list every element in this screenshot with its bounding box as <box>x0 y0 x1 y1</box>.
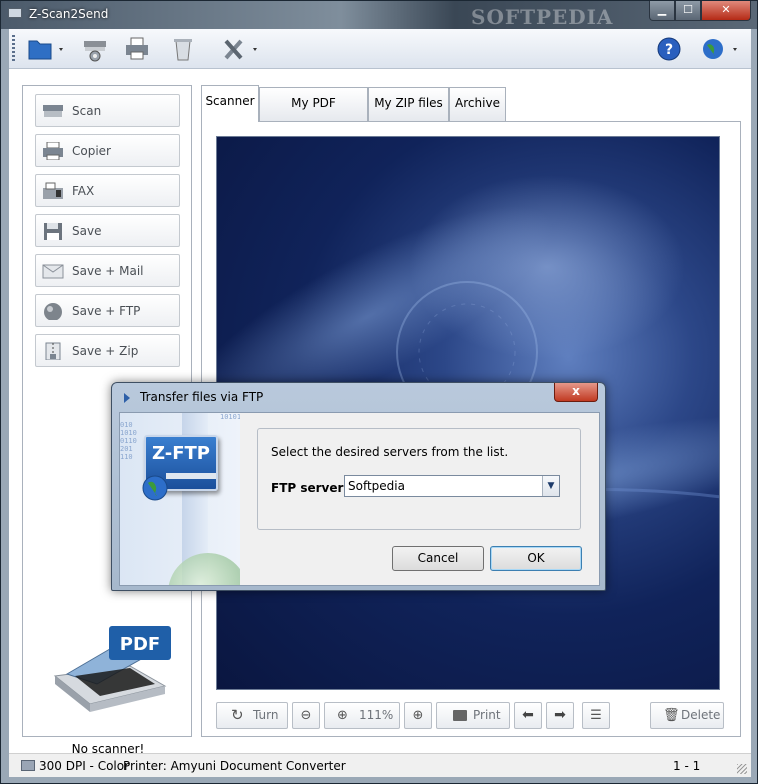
tab-my-zip-files[interactable]: My ZIP files <box>368 87 449 121</box>
trash-icon: 🗑 <box>663 708 680 723</box>
mail-icon <box>42 264 64 279</box>
scanner-icon <box>43 105 63 117</box>
instruction-text: Select the desired servers from the list… <box>271 445 509 459</box>
close-button[interactable]: ✕ <box>701 1 751 21</box>
title-watermark: SOFTPEDIA <box>471 5 614 29</box>
fax-icon <box>43 182 63 199</box>
scan-label: Scan <box>72 104 102 118</box>
copier-button[interactable]: Copier <box>35 134 180 167</box>
floppy-icon <box>44 223 62 240</box>
turn-button[interactable]: ↻ Turn <box>216 702 288 729</box>
tab-strip: Scanner My PDF documents My ZIP files Ar… <box>201 85 741 140</box>
copier-label: Copier <box>72 144 111 158</box>
save-label: Save <box>72 224 102 238</box>
folder-icon[interactable] <box>27 35 63 63</box>
status-bar: 300 DPI - Color Printer: Amyuni Document… <box>9 753 751 777</box>
zoom-level-button[interactable]: ⊕ 111% <box>324 702 400 729</box>
dialog-title: Transfer files via FTP <box>140 390 264 404</box>
magnifier-icon: ⊕ <box>337 708 348 723</box>
zoom-out-icon: ⊖ <box>300 708 312 723</box>
app-window: Z-Scan2Send SOFTPEDIA ▁ ☐ ✕ ? Scan Copie… <box>0 0 758 784</box>
delete-button[interactable]: 🗑 Delete <box>650 702 724 729</box>
chevron-down-icon[interactable]: ▼ <box>542 476 559 496</box>
zoom-in-icon: ⊕ <box>412 708 424 723</box>
fax-label: FAX <box>72 184 95 198</box>
zoom-in-button[interactable]: ⊕ <box>404 702 432 729</box>
printer-icon[interactable] <box>123 35 151 63</box>
help-icon[interactable]: ? <box>655 35 683 63</box>
print-label: Print <box>473 708 501 722</box>
title-bar[interactable]: Z-Scan2Send SOFTPEDIA ▁ ☐ ✕ <box>1 1 757 29</box>
save-zip-label: Save + Zip <box>72 344 139 358</box>
rotate-icon: ↻ <box>231 706 244 724</box>
sphere-icon <box>44 303 62 320</box>
tab-scanner[interactable]: Scanner <box>201 85 259 122</box>
cancel-button[interactable]: Cancel <box>392 546 484 571</box>
maximize-button[interactable]: ☐ <box>675 1 701 21</box>
scanner-illustration: PDF <box>53 626 171 712</box>
turn-label: Turn <box>253 708 279 722</box>
resolution-status: 300 DPI - Color <box>39 759 130 773</box>
window-title: Z-Scan2Send <box>29 7 109 21</box>
banner-globe-decoration <box>168 553 240 585</box>
tools-icon[interactable] <box>221 35 257 63</box>
ftp-server-label: FTP server: <box>271 481 349 495</box>
print-icon <box>453 710 467 721</box>
ftp-banner: 10101 010 1010 0110 201 110 Z-FTP <box>120 413 240 585</box>
list-icon: ☰ <box>590 708 602 723</box>
page-list-button[interactable]: ☰ <box>582 702 610 729</box>
save-ftp-label: Save + FTP <box>72 304 141 318</box>
tab-archive[interactable]: Archive <box>449 87 506 121</box>
preview-toolbar: ↻ Turn ⊖ ⊕ 111% ⊕ Print ⬅ ➡ ☰ 🗑 Delete <box>216 702 726 730</box>
delete-label: Delete <box>681 708 721 722</box>
dialog-close-button[interactable]: x <box>554 383 598 402</box>
toolbar: ? <box>9 29 751 69</box>
globe-icon <box>142 475 168 501</box>
print-button[interactable]: Print <box>436 702 510 729</box>
copier-icon <box>43 142 63 160</box>
toolbar-grip[interactable] <box>12 35 15 63</box>
ftp-dialog: Transfer files via FTP x 10101 010 1010 … <box>111 382 606 591</box>
fax-button[interactable]: FAX <box>35 174 180 207</box>
tab-my-pdf-documents[interactable]: My PDF documents <box>259 87 368 140</box>
printer-status: Printer: Amyuni Document Converter <box>123 759 346 773</box>
globe-icon[interactable] <box>701 35 737 63</box>
save-zip-button[interactable]: Save + Zip <box>35 334 180 367</box>
pdf-badge: PDF <box>120 634 160 655</box>
ftp-server-value: Softpedia <box>348 479 405 493</box>
arrow-right-icon: ➡ <box>554 707 566 723</box>
ftp-server-select[interactable]: Softpedia ▼ <box>344 475 560 497</box>
app-icon <box>8 8 22 18</box>
recycle-bin-icon[interactable] <box>169 35 197 63</box>
zoom-out-button[interactable]: ⊖ <box>292 702 320 729</box>
scanner-settings-icon[interactable] <box>81 35 109 63</box>
save-button[interactable]: Save <box>35 214 180 247</box>
resize-grip[interactable] <box>737 764 747 774</box>
page-indicator: 1 - 1 <box>673 759 701 773</box>
dialog-body: 10101 010 1010 0110 201 110 Z-FTP Select… <box>119 412 600 586</box>
next-page-button[interactable]: ➡ <box>546 702 574 729</box>
previous-page-button[interactable]: ⬅ <box>514 702 542 729</box>
save-mail-button[interactable]: Save + Mail <box>35 254 180 287</box>
svg-text:?: ? <box>665 42 673 58</box>
arrow-left-icon: ⬅ <box>522 707 534 723</box>
dialog-arrow-icon <box>124 393 130 403</box>
zip-icon <box>45 342 61 360</box>
minimize-button[interactable]: ▁ <box>649 1 675 21</box>
zoom-level: 111% <box>359 708 394 722</box>
save-ftp-button[interactable]: Save + FTP <box>35 294 180 327</box>
ok-button[interactable]: OK <box>490 546 582 571</box>
save-mail-label: Save + Mail <box>72 264 144 278</box>
scan-button[interactable]: Scan <box>35 94 180 127</box>
dpi-icon <box>21 760 35 771</box>
